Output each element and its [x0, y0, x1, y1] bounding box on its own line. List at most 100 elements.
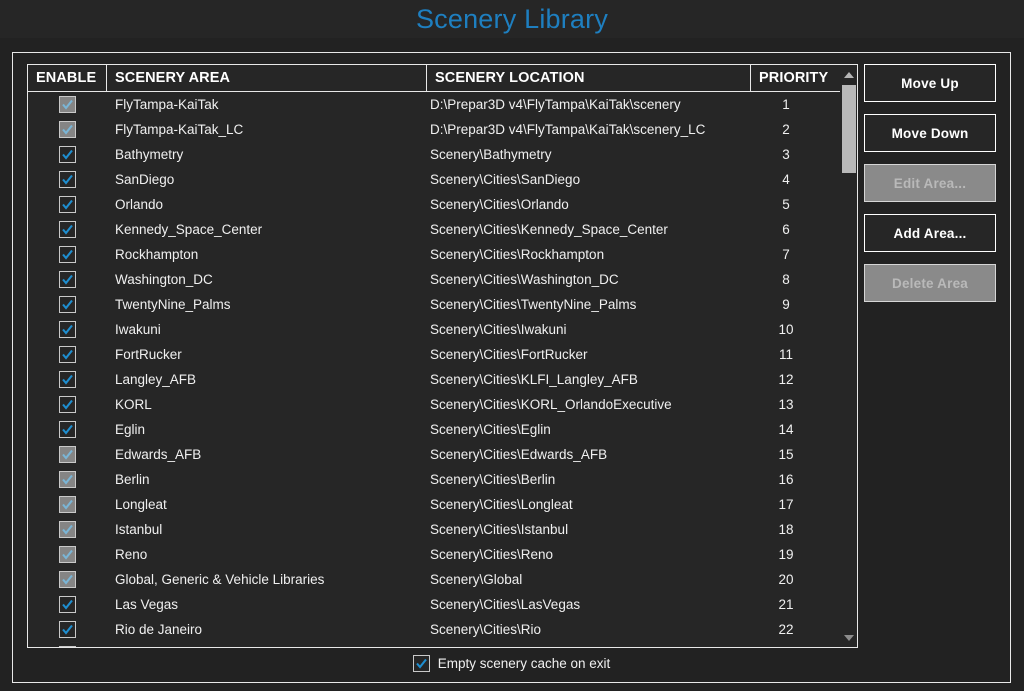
table-row[interactable]: Orlando Scenery\Cities\Orlando 5	[28, 192, 857, 217]
row-enable-cell	[28, 467, 106, 492]
row-enable-checkbox[interactable]	[58, 396, 76, 413]
row-enable-checkbox[interactable]	[58, 571, 76, 588]
row-scenery-location: Scenery\Cities\KLFI_Langley_AFB	[430, 372, 638, 387]
table-row[interactable]: Iwakuni Scenery\Cities\Iwakuni 10	[28, 317, 857, 342]
row-enable-checkbox[interactable]	[58, 521, 76, 538]
move-down-button[interactable]: Move Down	[864, 114, 996, 152]
table-row[interactable]: Rockhampton Scenery\Cities\Rockhampton 7	[28, 242, 857, 267]
row-priority: 20	[778, 572, 794, 587]
table-row[interactable]: Berlin Scenery\Cities\Berlin 16	[28, 467, 857, 492]
table-header-row: ENABLE SCENERY AREA SCENERY LOCATION PRI…	[28, 65, 857, 92]
row-enable-checkbox[interactable]	[58, 196, 76, 213]
checkmark-icon	[61, 249, 73, 260]
page-title: Scenery Library	[415, 3, 609, 34]
column-header-enable[interactable]: ENABLE	[28, 65, 106, 91]
row-priority: 17	[778, 497, 794, 512]
table-row[interactable]: Longleat Scenery\Cities\Longleat 17	[28, 492, 857, 517]
triangle-down-icon	[843, 634, 854, 641]
row-scenery-area: Reno	[115, 547, 148, 562]
table-row[interactable]: Kennedy_Space_Center Scenery\Cities\Kenne…	[28, 217, 857, 242]
checkmark-icon	[61, 374, 73, 385]
checkmark-icon	[61, 149, 73, 160]
row-enable-cell	[28, 267, 106, 292]
table-row[interactable]: TwentyNine_Palms Scenery\Cities\TwentyNin…	[28, 292, 857, 317]
row-enable-checkbox[interactable]	[58, 596, 76, 613]
row-scenery-area: Iwakuni	[115, 322, 161, 337]
row-priority: 5	[782, 197, 790, 212]
row-scenery-area: Kennedy_Space_Center	[115, 222, 263, 237]
table-row[interactable]: Bathymetry Scenery\Bathymetry 3	[28, 142, 857, 167]
table-scrollbar[interactable]	[840, 65, 857, 647]
table-row[interactable]: Reno Scenery\Cities\Reno 19	[28, 542, 857, 567]
row-enable-checkbox[interactable]	[58, 321, 76, 338]
row-enable-checkbox[interactable]	[58, 121, 76, 138]
table-row[interactable]: KORL Scenery\Cities\KORL_OrlandoExecutive…	[28, 392, 857, 417]
row-enable-checkbox[interactable]	[58, 471, 76, 488]
scrollbar-thumb[interactable]	[842, 85, 856, 173]
checkmark-icon	[61, 274, 73, 285]
scroll-up-button[interactable]	[840, 66, 857, 83]
row-enable-cell	[28, 117, 106, 142]
table-row[interactable]: Las Vegas Scenery\Cities\LasVegas 21	[28, 592, 857, 617]
triangle-up-icon	[843, 71, 854, 78]
row-enable-checkbox[interactable]	[58, 171, 76, 188]
row-enable-cell	[28, 317, 106, 342]
checkmark-icon	[61, 224, 73, 235]
row-enable-checkbox[interactable]	[58, 346, 76, 363]
column-header-priority[interactable]: PRIORITY	[750, 65, 834, 91]
row-enable-checkbox[interactable]	[58, 146, 76, 163]
column-header-scenery-location[interactable]: SCENERY LOCATION	[426, 65, 750, 91]
table-row[interactable]: FlyTampa-KaiTak_LC D:\Prepar3D v4\FlyTamp…	[28, 117, 857, 142]
row-priority: 10	[778, 322, 794, 337]
scenery-library-panel: ENABLE SCENERY AREA SCENERY LOCATION PRI…	[12, 52, 1011, 683]
table-row[interactable]: FortRucker Scenery\Cities\FortRucker 11	[28, 342, 857, 367]
row-enable-cell	[28, 517, 106, 542]
checkmark-icon	[61, 324, 73, 335]
row-priority: 21	[778, 597, 794, 612]
row-scenery-location: Scenery\Cities\Iwakuni	[430, 322, 567, 337]
add-area-button[interactable]: Add Area...	[864, 214, 996, 252]
row-enable-checkbox[interactable]	[58, 271, 76, 288]
row-scenery-location: Scenery\Bathymetry	[430, 147, 552, 162]
row-priority: 8	[782, 272, 790, 287]
move-up-button[interactable]: Move Up	[864, 64, 996, 102]
edit-area-button: Edit Area...	[864, 164, 996, 202]
checkmark-icon	[61, 624, 73, 635]
table-row-partial[interactable]	[28, 642, 857, 647]
checkmark-icon	[415, 658, 427, 669]
table-row[interactable]: Edwards_AFB Scenery\Cities\Edwards_AFB 15	[28, 442, 857, 467]
row-enable-checkbox[interactable]	[58, 621, 76, 638]
table-row[interactable]: Eglin Scenery\Cities\Eglin 14	[28, 417, 857, 442]
table-row[interactable]: Istanbul Scenery\Cities\Istanbul 18	[28, 517, 857, 542]
row-scenery-area: Orlando	[115, 197, 164, 212]
row-scenery-area: Langley_AFB	[115, 372, 197, 387]
empty-scenery-cache-checkbox[interactable]	[412, 655, 430, 672]
table-row[interactable]: Langley_AFB Scenery\Cities\KLFI_Langley_A…	[28, 367, 857, 392]
checkmark-icon	[61, 524, 73, 535]
checkmark-icon	[61, 199, 73, 210]
row-priority: 13	[778, 397, 794, 412]
row-enable-checkbox[interactable]	[58, 96, 76, 113]
row-scenery-location: Scenery\Cities\Reno	[430, 547, 554, 562]
row-enable-checkbox[interactable]	[58, 646, 76, 647]
table-row[interactable]: Rio de Janeiro Scenery\Cities\Rio 22	[28, 617, 857, 642]
table-row[interactable]: SanDiego Scenery\Cities\SanDiego 4	[28, 167, 857, 192]
row-enable-checkbox[interactable]	[58, 496, 76, 513]
table-row[interactable]: Global, Generic & Vehicle Libraries Scene…	[28, 567, 857, 592]
scroll-down-button[interactable]	[840, 629, 857, 646]
row-enable-checkbox[interactable]	[58, 296, 76, 313]
checkmark-icon	[61, 574, 73, 585]
table-row[interactable]: FlyTampa-KaiTak D:\Prepar3D v4\FlyTampa\K…	[28, 92, 857, 117]
row-enable-checkbox[interactable]	[58, 421, 76, 438]
row-priority: 16	[778, 472, 794, 487]
row-enable-cell	[28, 542, 106, 567]
row-priority: 22	[778, 622, 794, 637]
row-enable-checkbox[interactable]	[58, 371, 76, 388]
row-enable-checkbox[interactable]	[58, 446, 76, 463]
row-enable-checkbox[interactable]	[58, 246, 76, 263]
table-row[interactable]: Washington_DC Scenery\Cities\Washington_D…	[28, 267, 857, 292]
row-enable-checkbox[interactable]	[58, 221, 76, 238]
row-priority: 15	[778, 447, 794, 462]
column-header-scenery-area[interactable]: SCENERY AREA	[106, 65, 426, 91]
row-enable-checkbox[interactable]	[58, 546, 76, 563]
